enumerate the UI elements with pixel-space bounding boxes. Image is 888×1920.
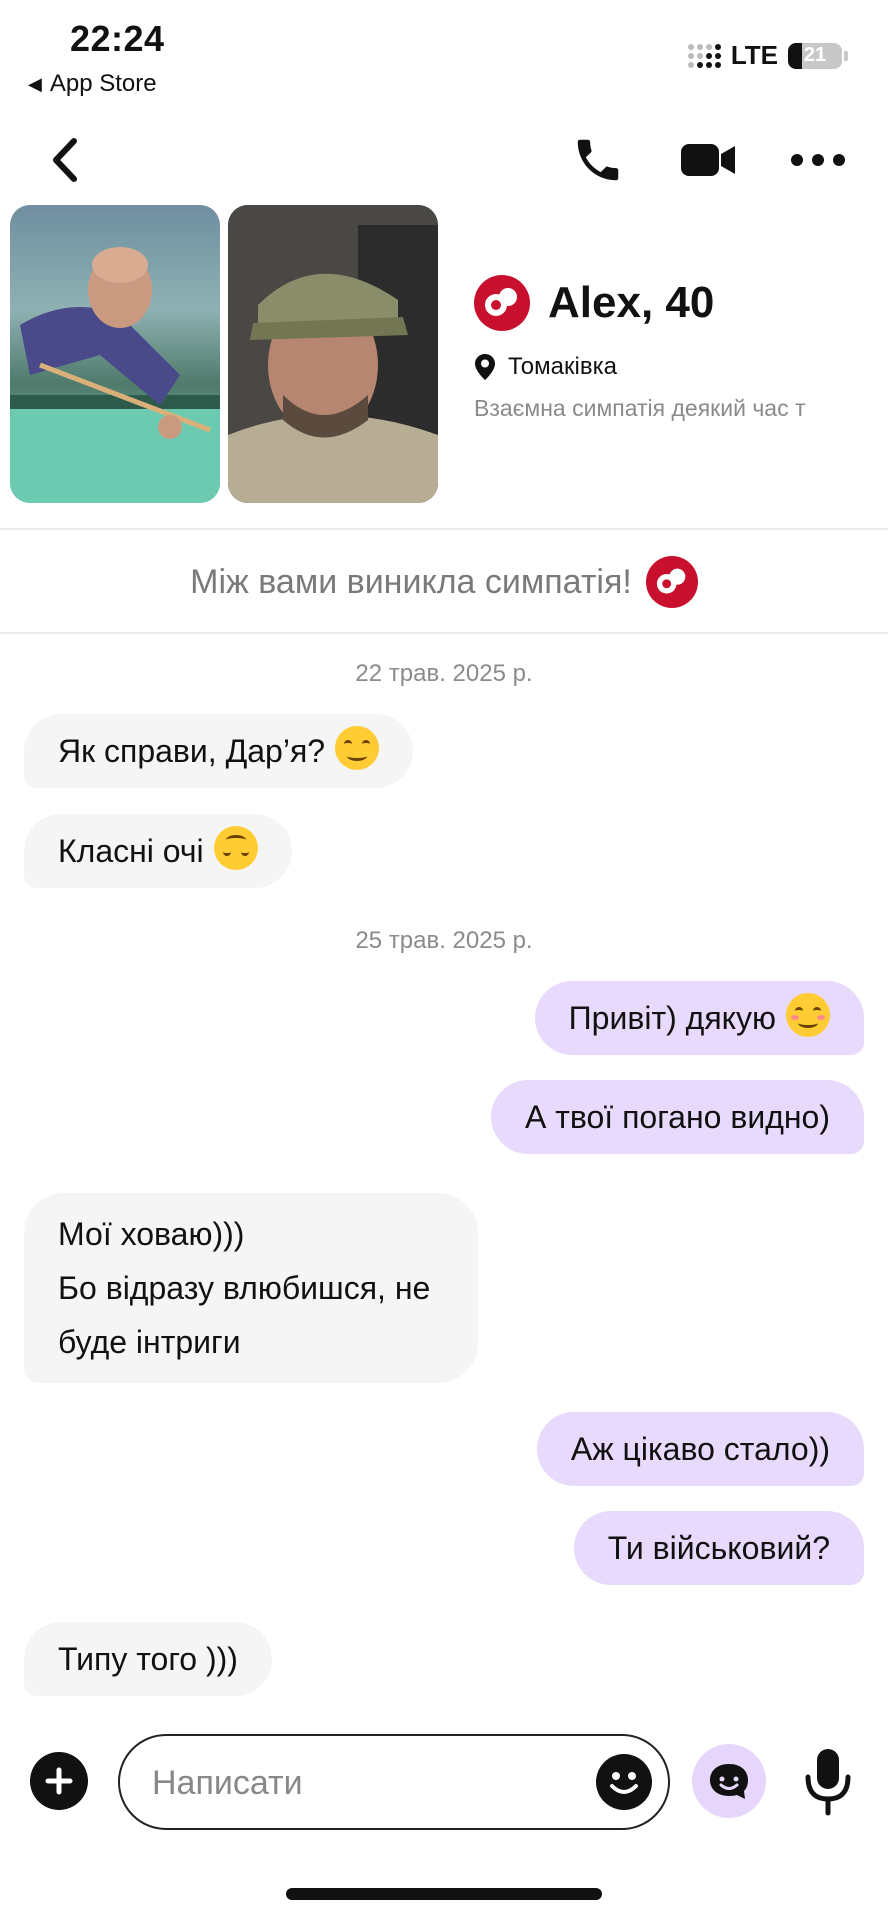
smiling-face-emoji-icon (335, 726, 380, 770)
network-type: LTE (730, 40, 778, 70)
location-pin-icon (475, 354, 495, 380)
message-text: Аж цікаво стало)) (570, 1431, 830, 1467)
match-banner-text: Між вами виникла симпатія! (190, 562, 632, 601)
battery-level: 21 (803, 44, 827, 66)
incoming-message[interactable]: Мої ховаю))) Бо відразу влюбишся, не буд… (24, 1193, 479, 1383)
divider (0, 528, 888, 530)
profile-name: Alex, 40 (548, 278, 715, 327)
location-row: Томаківка (474, 353, 888, 381)
plus-icon (45, 1767, 73, 1795)
voice-message-button[interactable] (796, 1742, 860, 1822)
message-text: Привіт) дякую (568, 1000, 776, 1036)
microphone-icon (805, 1749, 851, 1816)
outgoing-message[interactable]: Ти військовий? (573, 1511, 864, 1585)
message-input-field (118, 1734, 670, 1830)
nav-actions (566, 128, 850, 192)
message-text: Ти військовий? (607, 1530, 830, 1566)
message-line: Бо відразу влюбишся, не (58, 1270, 431, 1306)
message-text: Як справи, Дар’я? (58, 733, 326, 769)
chat-smile-icon (710, 1764, 748, 1799)
back-button[interactable] (40, 130, 90, 190)
profile-location: Томаківка (508, 353, 617, 380)
profile-photo-billiards[interactable] (10, 205, 220, 503)
message-input[interactable] (152, 1760, 572, 1806)
date-separator: 25 трав. 2025 р. (355, 927, 533, 954)
battery-tip (844, 50, 848, 61)
upside-down-face-emoji-icon (213, 826, 258, 870)
battery-icon: 21 (788, 42, 842, 69)
match-banner: Між вами виникла симпатія! (0, 556, 888, 608)
status-bar: 22:24 ◀ App Store LTE 21 (0, 0, 888, 110)
more-dots-icon (791, 154, 845, 166)
mutual-match-info: Взаємна симпатія деякий час т (474, 395, 806, 421)
smiling-face-blush-emoji-icon (786, 993, 830, 1037)
back-chevron-icon (53, 138, 77, 182)
status-time: 22:24 (70, 18, 165, 59)
billiards-photo-illustration (10, 247, 220, 503)
chat-navbar (0, 120, 888, 200)
call-button[interactable] (566, 128, 630, 192)
cellular-signal-icon (687, 43, 721, 68)
message-composer (0, 1730, 888, 1830)
home-indicator[interactable] (286, 1888, 602, 1900)
profile-photo-military-cap[interactable] (228, 205, 438, 503)
divider (0, 632, 888, 634)
back-triangle-icon: ◀ (28, 73, 42, 94)
smiley-icon (610, 1772, 638, 1794)
message-text: Типу того ))) (58, 1641, 238, 1677)
back-app-label: App Store (49, 70, 157, 97)
attach-button[interactable] (30, 1752, 88, 1810)
incoming-message[interactable]: Як справи, Дар’я? (24, 714, 414, 788)
profile-info: Alex, 40 Томаківка Взаємна симпатія деяк… (474, 275, 888, 422)
emoji-button[interactable] (596, 1754, 652, 1810)
message-line: буде інтриги (58, 1324, 241, 1360)
outgoing-message[interactable]: Привіт) дякую (534, 981, 864, 1055)
more-button[interactable] (786, 128, 850, 192)
message-text: Класні очі (58, 833, 204, 869)
match-logo-icon (645, 556, 698, 608)
military-photo-illustration (228, 205, 438, 503)
outgoing-message[interactable]: А твої погано видно) (490, 1080, 864, 1154)
message-text: А твої погано видно) (524, 1099, 830, 1135)
back-to-app-store[interactable]: ◀ App Store (28, 70, 157, 98)
status-indicators: LTE 21 (687, 40, 848, 71)
message-line: Мої ховаю))) (58, 1216, 245, 1252)
ai-assistant-button[interactable] (692, 1744, 766, 1818)
date-separator: 22 трав. 2025 р. (355, 660, 533, 687)
phone-icon (577, 139, 619, 181)
video-camera-icon (681, 144, 735, 176)
name-row: Alex, 40 (474, 275, 888, 331)
outgoing-message[interactable]: Аж цікаво стало)) (536, 1412, 864, 1486)
incoming-message[interactable]: Типу того ))) (24, 1622, 272, 1696)
incoming-message[interactable]: Класні очі (24, 814, 292, 888)
profile-header: Alex, 40 Томаківка Взаємна симпатія деяк… (0, 205, 888, 505)
app-logo-icon (474, 275, 530, 331)
video-call-button[interactable] (676, 128, 740, 192)
